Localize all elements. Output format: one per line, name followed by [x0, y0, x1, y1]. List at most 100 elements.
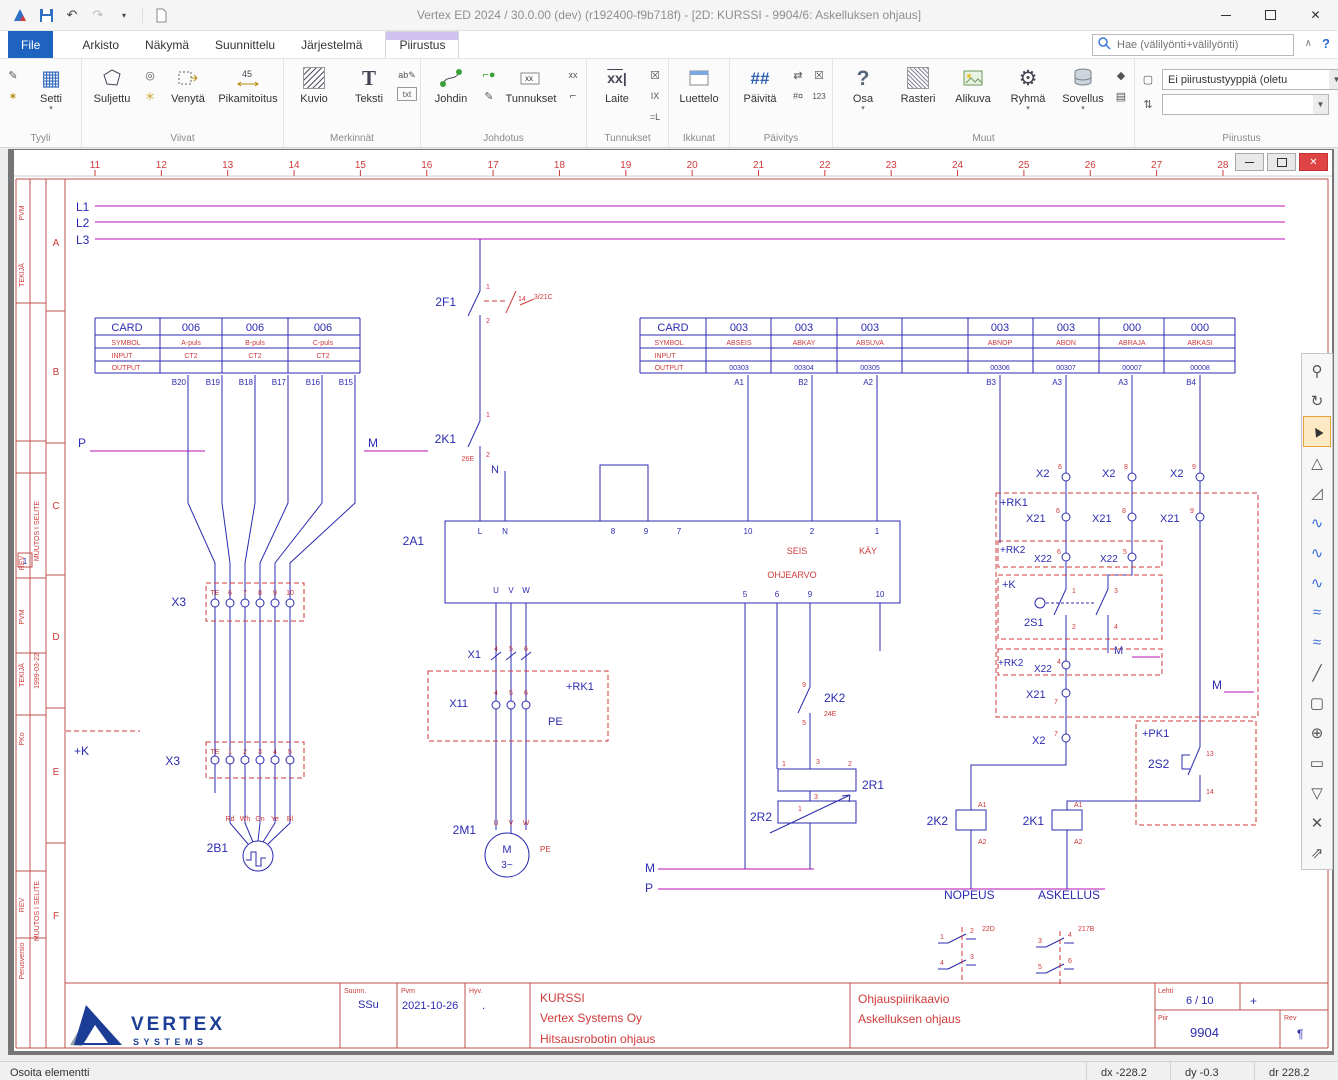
image-icon	[961, 63, 985, 93]
edit-text-icon[interactable]: ab✎	[397, 66, 417, 84]
schematic-canvas[interactable]: 111213141516171819202122232425262728 ABC…	[0, 148, 1338, 1061]
drawing-type-select[interactable]: Ei piirustustyyppiä (oletu ▼	[1162, 69, 1338, 90]
marquee-icon[interactable]: ▢	[1304, 688, 1330, 717]
group-label: Merkinnät	[287, 132, 417, 147]
teksti-button[interactable]: T Teksti	[342, 61, 396, 106]
levels-icon[interactable]: ⇅	[1138, 96, 1158, 114]
drawing-level-select[interactable]: ▼	[1162, 94, 1329, 115]
tab-piirustus[interactable]: Piirustus	[385, 31, 459, 58]
tab-jarjestelma[interactable]: Järjestelmä	[288, 31, 375, 58]
schematic-text: PE	[540, 845, 551, 854]
zoom-icon[interactable]: ⊕	[1304, 718, 1330, 747]
schematic-text: 9	[1192, 464, 1196, 471]
luettelo-button[interactable]: Luettelo	[672, 61, 726, 106]
doc-icon[interactable]: ▤	[1111, 87, 1131, 105]
tag-bracket-icon[interactable]: ⌐	[563, 87, 583, 105]
schematic-text: B20	[172, 378, 187, 387]
osa-button[interactable]: ? Osa▾	[836, 61, 890, 112]
schematic-text: 6	[228, 590, 232, 597]
quick-access-options-icon[interactable]: ▾	[114, 5, 134, 25]
pikamitoitus-button[interactable]: 45 Pikamitoitus	[216, 61, 280, 106]
close-button[interactable]: ✕	[1293, 0, 1338, 30]
save-icon[interactable]	[36, 5, 56, 25]
component-icon[interactable]: ◆	[1111, 66, 1131, 84]
alikuva-button[interactable]: Alikuva	[946, 61, 1000, 106]
stretch-icon[interactable]: ◿	[1304, 478, 1330, 507]
schematic-text: OHJEARVO	[767, 570, 816, 580]
venyta-button[interactable]: Venytä	[161, 61, 215, 106]
tab-file[interactable]: File	[8, 31, 53, 58]
filter-icon[interactable]: ▽	[1304, 778, 1330, 807]
mdi-minimize-button[interactable]	[1235, 153, 1264, 171]
schematic-text: Bl	[287, 816, 294, 823]
wire-edit-icon[interactable]: ✎	[479, 87, 499, 105]
style-pick-icon[interactable]: ✶	[3, 87, 23, 105]
ribbon-group-ikkunat: Luettelo Ikkunat	[669, 59, 730, 147]
suljettu-button[interactable]: Suljettu	[85, 61, 139, 106]
swap-icon[interactable]: ⇄	[788, 66, 808, 84]
erase-icon[interactable]: ✕	[1304, 808, 1330, 837]
ix-icon[interactable]: IX	[645, 87, 665, 105]
laite-button[interactable]: xx| Laite	[590, 61, 644, 106]
box-x-icon[interactable]: ☒	[645, 66, 665, 84]
style-pen-icon[interactable]: ✎	[3, 66, 23, 84]
schematic-text: A1	[1074, 802, 1083, 809]
undo-icon[interactable]: ↶	[62, 5, 82, 25]
mdi-close-button[interactable]: ✕	[1299, 153, 1328, 171]
mdi-restore-button[interactable]	[1267, 153, 1296, 171]
spark-icon[interactable]: ＊	[140, 87, 160, 105]
sovellus-button[interactable]: Sovellus▾	[1056, 61, 1110, 112]
renumber-icon[interactable]: 123	[809, 87, 829, 105]
rect-icon[interactable]: ▭	[1304, 748, 1330, 777]
spring-icon[interactable]: ∿	[1304, 508, 1330, 537]
search-input[interactable]	[1115, 38, 1289, 52]
schematic-text: 6	[524, 690, 528, 697]
maximize-button[interactable]	[1248, 0, 1293, 30]
wire-add-icon[interactable]: ⌐●	[479, 66, 499, 84]
spring-icon-3[interactable]: ∿	[1304, 568, 1330, 597]
vertex-app-icon[interactable]	[10, 5, 30, 25]
minimize-button[interactable]	[1203, 0, 1248, 30]
redo-icon[interactable]: ↷	[88, 5, 108, 25]
clear-box-icon[interactable]: ☒	[809, 66, 829, 84]
schematic-text: 003	[1057, 322, 1075, 334]
export-icon[interactable]: ⇗	[1304, 838, 1330, 867]
tab-nakyma[interactable]: Näkymä	[132, 31, 202, 58]
waves-icon[interactable]: ≈	[1304, 628, 1330, 657]
tunnukset-wire-button[interactable]: xx Tunnukset	[500, 61, 562, 106]
rotate-icon[interactable]: ↻	[1304, 386, 1330, 415]
find-hash-icon[interactable]: #¤	[788, 87, 808, 105]
tab-arkisto[interactable]: Arkisto	[69, 31, 132, 58]
setti-button[interactable]: ▦ Setti▾	[24, 61, 78, 112]
line-icon[interactable]: ╱	[1304, 658, 1330, 687]
schematic-text: 4	[1114, 624, 1118, 631]
schematic-text: 3	[816, 759, 820, 766]
eq-l-icon[interactable]: =L	[645, 108, 665, 126]
paivita-button[interactable]: ## Päivitä	[733, 61, 787, 106]
tab-suunnittelu[interactable]: Suunnittelu	[202, 31, 288, 58]
select-cursor-icon[interactable]: ▲	[1303, 416, 1331, 447]
text-box-icon[interactable]: txt	[397, 87, 417, 101]
kuvio-button[interactable]: Kuvio	[287, 61, 341, 106]
frame-icon[interactable]: ▢	[1138, 71, 1158, 89]
spring-icon-2[interactable]: ∿	[1304, 538, 1330, 567]
search-box[interactable]	[1092, 34, 1294, 56]
pin-icon[interactable]: ⚲	[1304, 356, 1330, 385]
triangle-icon[interactable]: △	[1304, 448, 1330, 477]
row-letter: E	[53, 767, 60, 778]
schematic-text: PKo	[19, 732, 26, 745]
schematic-text: 2K2	[824, 691, 846, 705]
schematic-text: B-puls	[245, 340, 265, 347]
collapse-ribbon-icon[interactable]: ∧	[1305, 38, 1312, 49]
johdin-button[interactable]: Johdin	[424, 61, 478, 106]
target-icon[interactable]: ◎	[140, 66, 160, 84]
new-drawing-icon[interactable]	[151, 5, 171, 25]
tag-xx-icon[interactable]: xx	[563, 66, 583, 84]
rasteri-button[interactable]: Rasteri	[891, 61, 945, 106]
status-message: Osoita elementti	[0, 1067, 89, 1079]
schematic-text: 2	[970, 928, 974, 935]
schematic-text: 2	[848, 761, 852, 768]
help-icon[interactable]: ?	[1322, 36, 1330, 51]
ryhma-button[interactable]: ⚙ Ryhmä▾	[1001, 61, 1055, 112]
wave-icon[interactable]: ≈	[1304, 598, 1330, 627]
